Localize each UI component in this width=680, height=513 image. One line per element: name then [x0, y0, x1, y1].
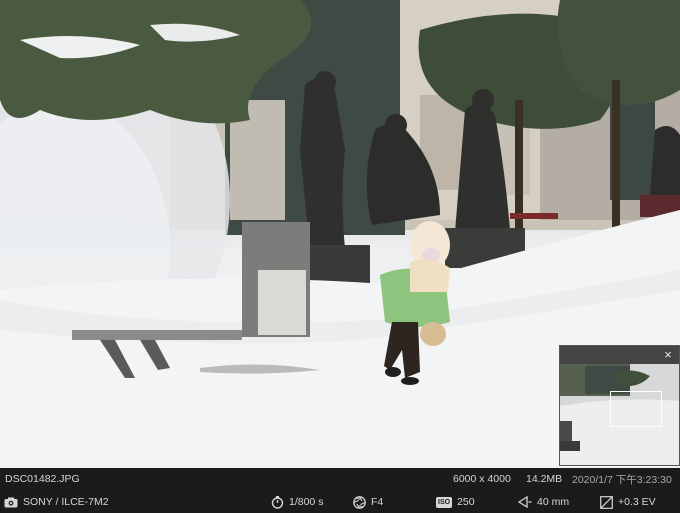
aperture-info: F4 — [353, 491, 383, 513]
file-size: 14.2MB — [526, 473, 563, 485]
focal-length-icon — [518, 496, 532, 508]
shutter-speed-info: 1/800 s — [271, 491, 323, 513]
info-bar: DSC01482.JPG 6000 x 4000 14.2MB 2020/1/7… — [0, 468, 680, 513]
file-info-row: DSC01482.JPG 6000 x 4000 14.2MB 2020/1/7… — [0, 468, 680, 490]
image-dimensions: 6000 x 4000 — [453, 473, 511, 485]
aperture-icon — [353, 495, 366, 509]
close-icon[interactable]: × — [661, 348, 675, 362]
shutter-speed: 1/800 s — [289, 496, 324, 508]
file-name: DSC01482.JPG — [5, 473, 80, 485]
camera-icon — [4, 497, 18, 508]
exposure-bias-info: +0.3 EV — [600, 491, 656, 513]
iso-value: 250 — [457, 496, 475, 508]
capture-datetime: 2020/1/7 下午3:23:30 — [572, 473, 672, 486]
exposure-bias: +0.3 EV — [618, 496, 656, 508]
navigator-minimap[interactable]: × — [559, 345, 680, 466]
iso-info: ISO 250 — [436, 491, 475, 513]
navigator-viewport-frame[interactable] — [610, 391, 662, 427]
exif-row: SONY / ILCE-7M2 1/800 s F4 ISO 250 40 mm… — [0, 491, 680, 513]
focal-length: 40 mm — [537, 496, 570, 508]
iso-icon: ISO — [436, 496, 453, 508]
timer-icon — [271, 495, 284, 509]
focal-length-info: 40 mm — [518, 491, 569, 513]
camera-model: SONY / ILCE-7M2 — [23, 496, 109, 508]
camera-info: SONY / ILCE-7M2 — [4, 491, 109, 513]
aperture-value: F4 — [371, 496, 384, 508]
image-viewer: × 值 什么值得买 DSC01482.JPG 6000 x 4000 14.2M… — [0, 0, 680, 513]
exposure-icon — [600, 495, 613, 509]
